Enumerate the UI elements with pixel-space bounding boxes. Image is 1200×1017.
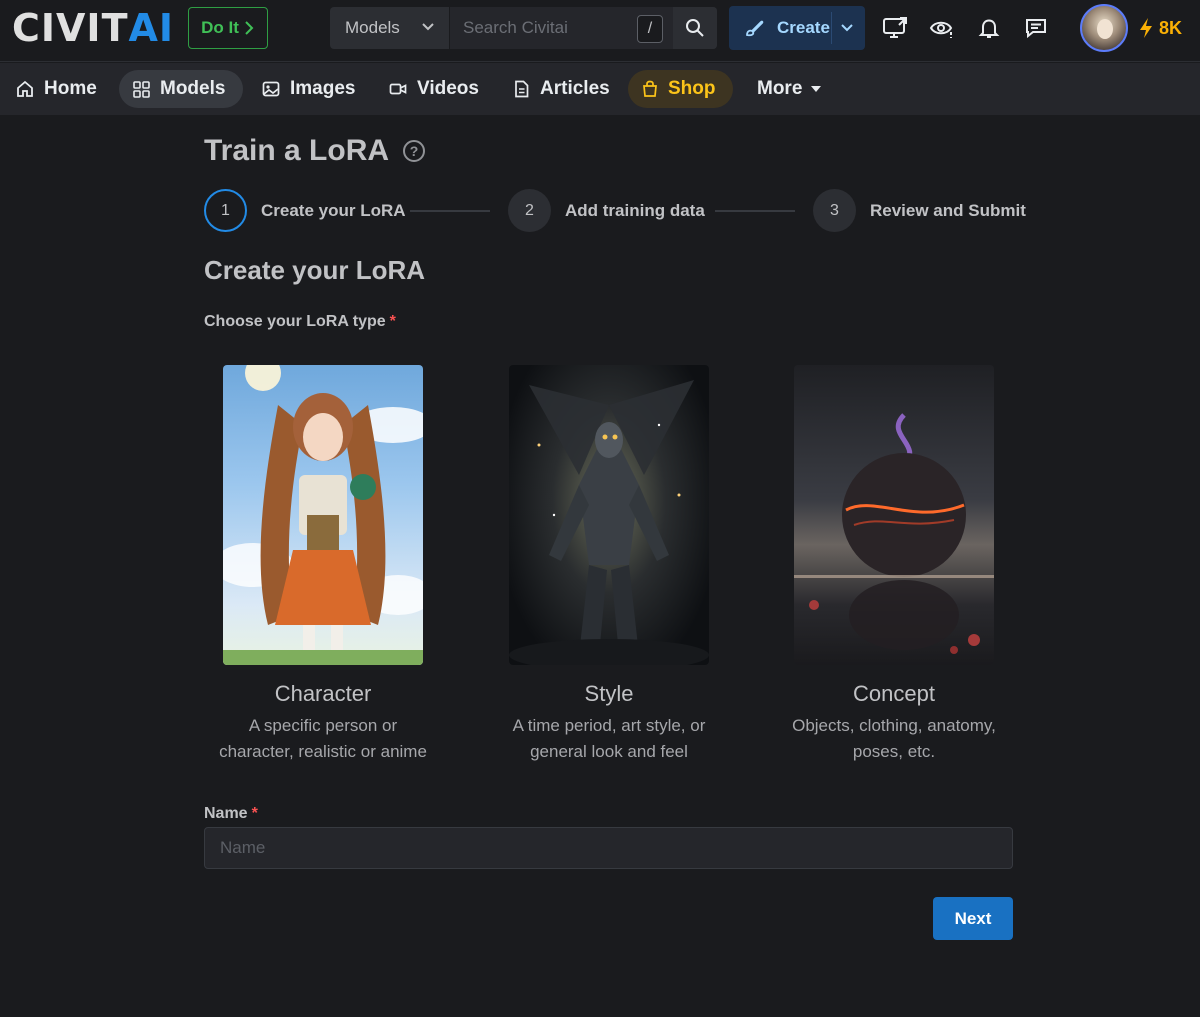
card-description: A time period, art style, or general loo… (494, 713, 724, 765)
required-marker: * (389, 313, 396, 330)
lora-type-label-text: Choose your LoRA type (204, 313, 386, 330)
create-label: Create (777, 18, 830, 37)
step-1-indicator[interactable]: 1 (204, 189, 247, 232)
buzz-balance[interactable]: 8K (1138, 14, 1182, 42)
nav-item-shop[interactable]: Shop (628, 70, 733, 108)
nav-item-images[interactable]: Images (262, 70, 355, 108)
search-placeholder: Search Civitai (463, 18, 568, 37)
avatar[interactable] (1080, 4, 1128, 52)
bell-icon[interactable] (975, 14, 1003, 42)
nav-item-home[interactable]: Home (16, 70, 97, 108)
card-description: Objects, clothing, anatomy, poses, etc. (779, 713, 1009, 765)
logo-accent-text: AI (128, 6, 175, 50)
home-icon (17, 80, 33, 97)
step-connector (410, 210, 490, 212)
card-title: Concept (853, 681, 935, 706)
top-header: CIVIT AI Do It Models Search Civitai / Cr… (0, 0, 1200, 62)
step-connector (715, 210, 795, 212)
section-title: Create your LoRA (204, 255, 426, 285)
step-3-indicator[interactable]: 3 (813, 189, 856, 232)
nav-item-models[interactable]: Models (119, 70, 243, 108)
step-1-label: Create your LoRA (261, 201, 406, 220)
caret-down-icon (811, 86, 822, 92)
nav-label-models: Models (160, 78, 226, 99)
name-field-label: Name * (204, 804, 258, 824)
eye-icon[interactable] (928, 14, 956, 42)
card-description: A specific person or character, realisti… (208, 713, 438, 765)
nav-label-articles: Articles (540, 78, 610, 99)
nav-item-videos[interactable]: Videos (389, 70, 479, 108)
name-label-text: Name (204, 805, 248, 822)
brush-icon (746, 20, 764, 37)
step-2-label: Add training data (565, 201, 705, 220)
card-description-line: Objects, clothing, anatomy, (792, 716, 996, 735)
search-input[interactable]: Search Civitai / (450, 7, 673, 49)
bag-icon (643, 80, 657, 97)
character-preview-image[interactable] (223, 365, 423, 665)
nav-label-shop: Shop (668, 78, 716, 99)
chevron-down-icon[interactable] (839, 20, 855, 36)
nav-item-more[interactable]: More (757, 70, 822, 108)
card-description-line: A specific person or (248, 716, 398, 735)
name-input[interactable]: Name (204, 827, 1013, 869)
create-button[interactable]: Create (729, 6, 865, 50)
search-scope-value: Models (345, 18, 400, 37)
name-placeholder: Name (220, 838, 266, 857)
search-scope-select[interactable]: Models (330, 7, 450, 49)
search-button[interactable] (673, 7, 717, 49)
card-title: Style (584, 681, 634, 706)
main-nav: Home Models Images Videos Articles Shop … (0, 63, 1200, 115)
logo-text: CIVIT (12, 6, 129, 50)
video-icon (389, 83, 407, 95)
nav-label-images: Images (290, 78, 356, 99)
create-divider (831, 12, 832, 44)
style-preview-image[interactable] (509, 365, 709, 665)
concept-preview-image[interactable] (794, 365, 994, 665)
lightning-icon (1140, 18, 1152, 38)
help-icon[interactable]: ? (403, 140, 426, 162)
card-title: Character (274, 681, 372, 706)
upload-monitor-icon[interactable] (881, 14, 909, 42)
required-marker: * (251, 805, 258, 822)
page-title-text: Train a LoRA (204, 134, 390, 167)
avatar-face (1097, 19, 1113, 39)
nav-item-articles[interactable]: Articles (513, 70, 610, 108)
image-icon (262, 81, 280, 97)
lora-type-label: Choose your LoRA type * (204, 312, 396, 332)
lora-type-card-style[interactable]: Style A time period, art style, or gener… (494, 365, 724, 765)
do-it-label: Do It (201, 18, 239, 37)
nav-label-home: Home (44, 78, 97, 99)
card-description-line: character, realistic or anime (219, 742, 427, 761)
card-description-line: poses, etc. (852, 742, 936, 761)
lora-type-card-character[interactable]: Character A specific person or character… (208, 365, 438, 765)
search-shortcut-key: / (637, 15, 663, 43)
grid-icon (133, 80, 150, 98)
chevron-down-icon (422, 23, 434, 31)
next-button[interactable]: Next (933, 897, 1013, 940)
chat-icon[interactable] (1022, 14, 1050, 42)
step-2-indicator[interactable]: 2 (508, 189, 551, 232)
do-it-button[interactable]: Do It (188, 7, 268, 49)
search-bar: Models Search Civitai / (330, 7, 717, 49)
buzz-amount: 8K (1159, 17, 1183, 38)
card-description-line: general look and feel (530, 742, 688, 761)
card-description-line: A time period, art style, or (512, 716, 706, 735)
lora-type-card-concept[interactable]: Concept Objects, clothing, anatomy, pose… (779, 365, 1009, 765)
search-icon (686, 19, 704, 37)
page-title: Train a LoRA ? (204, 132, 426, 170)
step-3-label: Review and Submit (870, 201, 1026, 220)
nav-label-videos: Videos (417, 78, 479, 99)
civitai-logo[interactable]: CIVIT AI (12, 9, 174, 47)
article-icon (515, 80, 529, 98)
chevron-right-icon (245, 21, 254, 35)
nav-label-more: More (757, 78, 803, 99)
